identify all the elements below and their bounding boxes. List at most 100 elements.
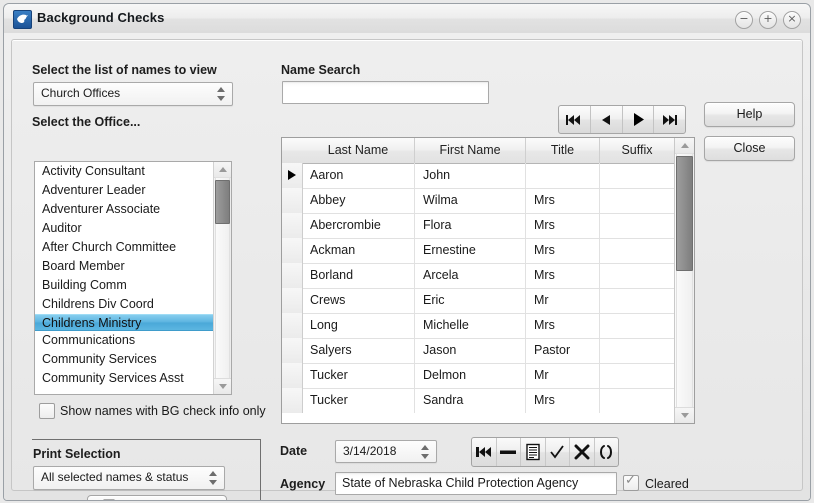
cell-first-name[interactable]: Michelle [415, 313, 526, 338]
list-item[interactable]: Board Member [35, 257, 213, 276]
list-item[interactable]: Community Services [35, 350, 213, 369]
cell-last-name[interactable]: Long [302, 313, 415, 338]
cell-first-name[interactable]: Sandra [415, 388, 526, 413]
cell-last-name[interactable]: Tucker [302, 363, 415, 388]
table-row[interactable]: Abbey Wilma Mrs [282, 188, 675, 214]
cleared-checkbox[interactable] [623, 473, 639, 491]
office-list-scrollbar[interactable] [213, 162, 231, 394]
list-item-selected[interactable]: Childrens Ministry [35, 314, 213, 331]
cell-title[interactable]: Mrs [526, 388, 600, 413]
cell-title[interactable]: Mrs [526, 213, 600, 238]
row-indicator-cell[interactable] [282, 188, 303, 213]
row-indicator-cell[interactable] [282, 213, 303, 238]
table-row[interactable]: Aaron John [282, 163, 675, 189]
cell-last-name[interactable]: Abercrombie [302, 213, 415, 238]
table-row[interactable]: Abercrombie Flora Mrs [282, 213, 675, 239]
cell-suffix[interactable] [600, 338, 675, 363]
list-item[interactable]: After Church Committee [35, 238, 213, 257]
row-indicator-cell[interactable] [282, 388, 303, 413]
nav-previous-button[interactable] [591, 106, 623, 133]
grid-scroll-down-icon[interactable] [675, 407, 694, 423]
names-grid[interactable]: Last Name First Name Title Suffix Aaron … [281, 137, 695, 424]
record-delete-button[interactable] [497, 438, 521, 466]
table-row[interactable]: Salyers Jason Pastor [282, 338, 675, 364]
cell-title[interactable]: Mrs [526, 263, 600, 288]
scroll-up-icon[interactable] [214, 162, 231, 178]
office-listbox[interactable]: Activity Consultant Adventurer Leader Ad… [34, 161, 232, 395]
cell-last-name[interactable]: Ackman [302, 238, 415, 263]
cell-title[interactable]: Mr [526, 288, 600, 313]
table-row[interactable]: Tucker Sandra Mrs [282, 388, 675, 413]
cell-first-name[interactable]: Delmon [415, 363, 526, 388]
row-indicator-cell[interactable] [282, 338, 303, 363]
cell-first-name[interactable]: Arcela [415, 263, 526, 288]
help-button[interactable]: Help [704, 102, 795, 127]
cell-suffix[interactable] [600, 388, 675, 413]
nav-first-button[interactable] [559, 106, 591, 133]
row-indicator-cell[interactable] [282, 363, 303, 388]
cell-suffix[interactable] [600, 313, 675, 338]
column-header-title[interactable]: Title [526, 138, 600, 163]
list-item[interactable]: Communications [35, 331, 213, 350]
table-row[interactable]: Crews Eric Mr [282, 288, 675, 314]
cell-first-name[interactable]: John [415, 163, 526, 188]
column-header-first-name[interactable]: First Name [415, 138, 526, 163]
cell-suffix[interactable] [600, 213, 675, 238]
begin-printing-button[interactable]: Begin Printing [87, 495, 227, 500]
cell-title[interactable]: Mrs [526, 188, 600, 213]
cell-suffix[interactable] [600, 288, 675, 313]
nav-last-button[interactable] [654, 106, 685, 133]
print-selection-combo-spinner[interactable] [206, 469, 221, 487]
print-selection-combo[interactable]: All selected names & status [33, 466, 225, 490]
cell-suffix[interactable] [600, 163, 675, 188]
list-item[interactable]: Childrens Div Coord [35, 295, 213, 314]
record-cancel-button[interactable] [570, 438, 595, 466]
record-refresh-button[interactable] [595, 438, 619, 466]
minimize-button[interactable]: − [735, 11, 753, 29]
cell-first-name[interactable]: Flora [415, 213, 526, 238]
cell-title[interactable] [526, 163, 600, 188]
cell-first-name[interactable]: Eric [415, 288, 526, 313]
bg-check-only-checkbox[interactable] [39, 403, 55, 419]
nav-next-button[interactable] [623, 106, 655, 133]
cell-last-name[interactable]: Borland [302, 263, 415, 288]
cell-suffix[interactable] [600, 363, 675, 388]
grid-scroll-up-icon[interactable] [675, 138, 694, 154]
cell-title[interactable]: Mrs [526, 238, 600, 263]
cell-first-name[interactable]: Ernestine [415, 238, 526, 263]
record-first-button[interactable] [472, 438, 497, 466]
cell-last-name[interactable]: Crews [302, 288, 415, 313]
row-indicator-cell[interactable] [282, 163, 303, 188]
table-row[interactable]: Tucker Delmon Mr [282, 363, 675, 389]
column-header-last-name[interactable]: Last Name [302, 138, 415, 163]
cell-last-name[interactable]: Abbey [302, 188, 415, 213]
cell-first-name[interactable]: Wilma [415, 188, 526, 213]
list-item[interactable]: Adventurer Associate [35, 200, 213, 219]
grid-scroll-thumb[interactable] [676, 156, 693, 271]
maximize-button[interactable]: + [759, 11, 777, 29]
cell-first-name[interactable]: Jason [415, 338, 526, 363]
grid-scrollbar[interactable] [674, 138, 694, 423]
list-item[interactable]: Community Services Asst [35, 369, 213, 388]
list-item[interactable]: Activity Consultant [35, 162, 213, 181]
cell-title[interactable]: Mrs [526, 313, 600, 338]
name-search-input[interactable] [282, 81, 489, 104]
scroll-thumb[interactable] [215, 180, 230, 224]
date-spinner[interactable] [418, 443, 433, 461]
table-row[interactable]: Ackman Ernestine Mrs [282, 238, 675, 264]
table-row[interactable]: Long Michelle Mrs [282, 313, 675, 339]
record-accept-button[interactable] [546, 438, 570, 466]
cell-suffix[interactable] [600, 188, 675, 213]
row-indicator-cell[interactable] [282, 288, 303, 313]
cell-last-name[interactable]: Salyers [302, 338, 415, 363]
close-button[interactable]: × [783, 11, 801, 29]
table-row[interactable]: Borland Arcela Mrs [282, 263, 675, 289]
column-header-suffix[interactable]: Suffix [600, 138, 675, 163]
cell-title[interactable]: Pastor [526, 338, 600, 363]
list-item[interactable]: Auditor [35, 219, 213, 238]
cell-title[interactable]: Mr [526, 363, 600, 388]
cell-suffix[interactable] [600, 263, 675, 288]
scroll-down-icon[interactable] [214, 378, 231, 394]
agency-input[interactable]: State of Nebraska Child Protection Agenc… [335, 472, 617, 495]
row-indicator-cell[interactable] [282, 313, 303, 338]
